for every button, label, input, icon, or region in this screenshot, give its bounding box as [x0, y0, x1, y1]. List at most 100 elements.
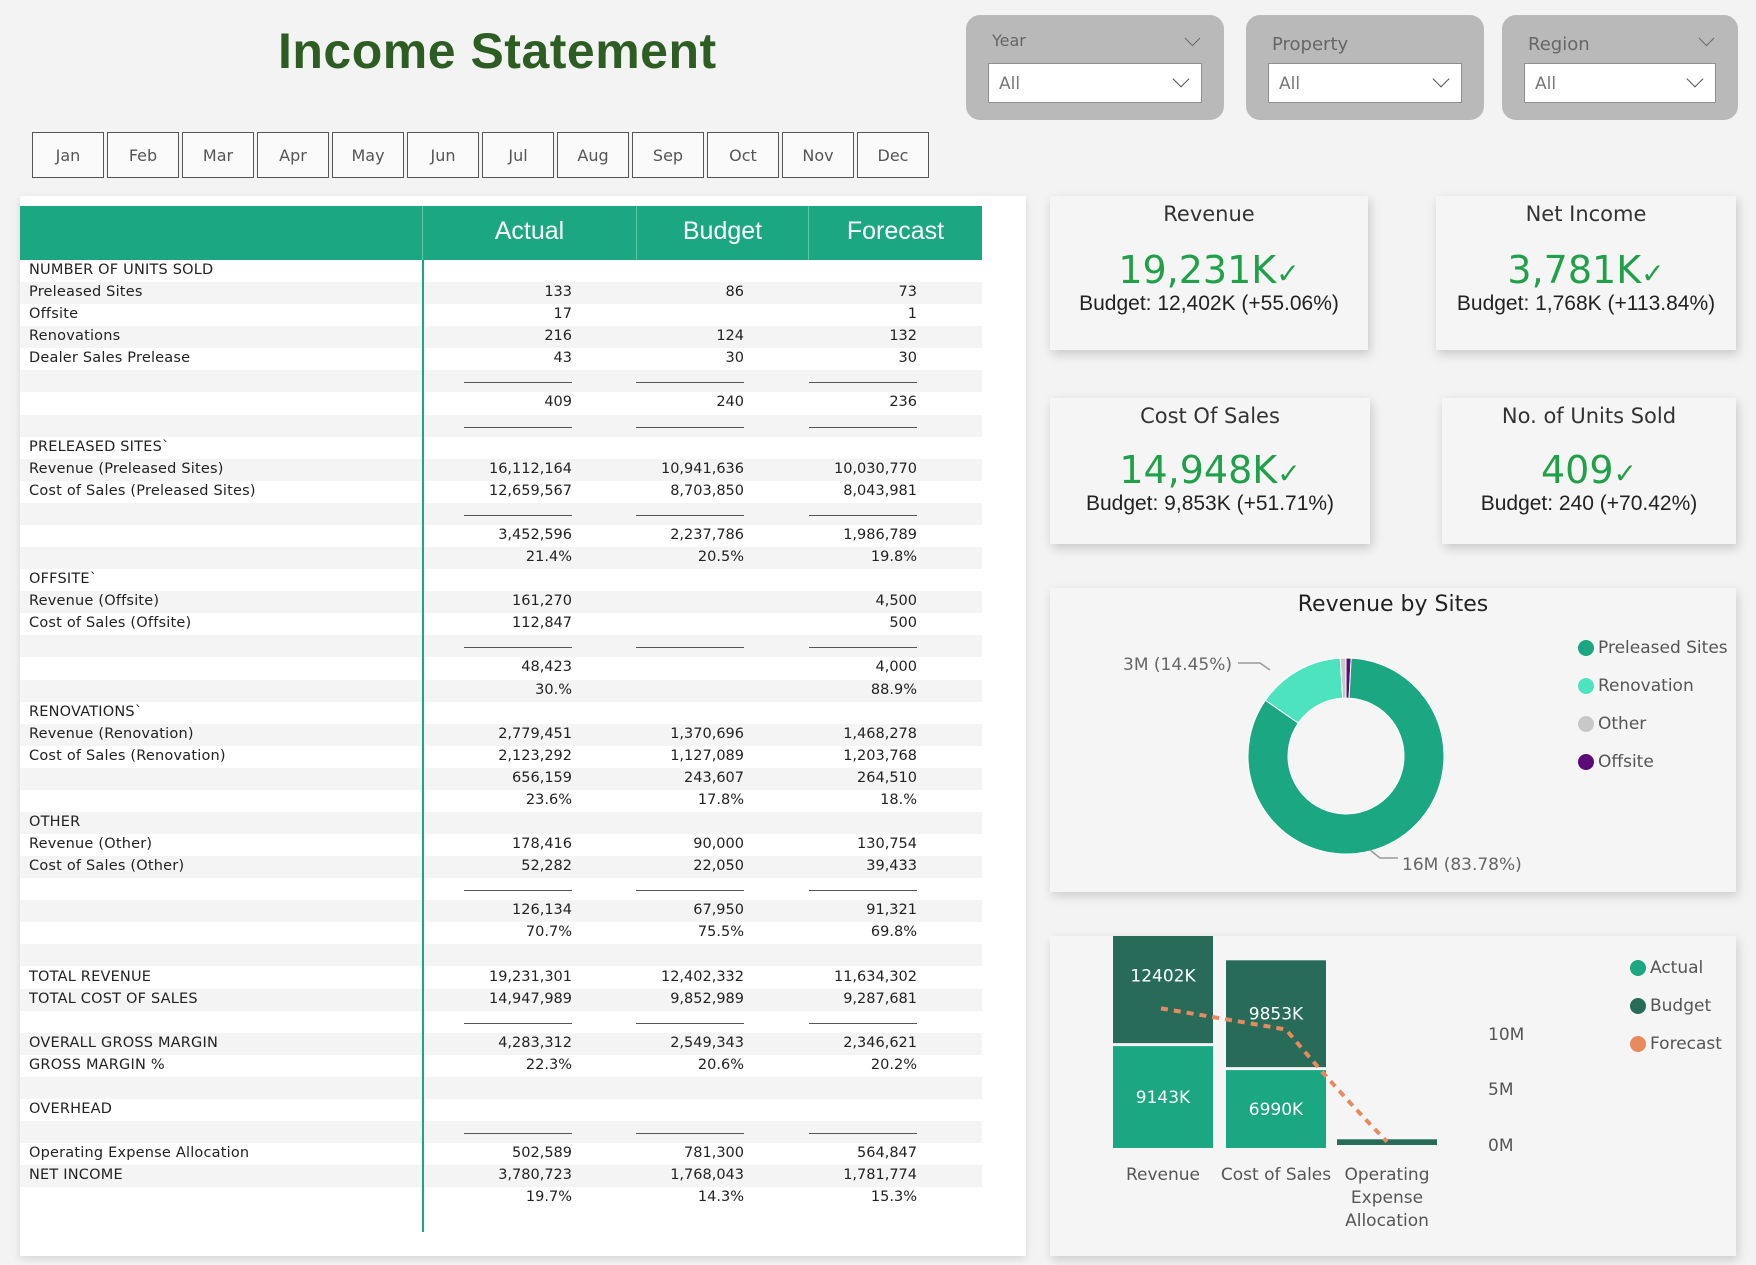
month-button-jun[interactable]: Jun: [407, 132, 479, 178]
table-row: GROSS MARGIN % 22.3% 20.6% 20.2%: [20, 1055, 982, 1077]
legend-item[interactable]: Other: [1578, 714, 1646, 734]
bar-budget-0[interactable]: [1113, 936, 1213, 1044]
cell-budget: 22,050: [693, 858, 744, 875]
cell-budget: 30: [725, 350, 744, 367]
region-dropdown[interactable]: All: [1524, 63, 1716, 103]
table-row: Operating Expense Allocation 502,589 781,3…: [20, 1143, 982, 1165]
cell-budget: 1,768,043: [670, 1167, 744, 1184]
cell-actual: 48,423: [521, 659, 572, 676]
region-dropdown-value: All: [1535, 74, 1557, 94]
legend-item[interactable]: Actual: [1630, 958, 1703, 978]
cell-actual: 2,123,292: [498, 747, 572, 764]
chevron-down-icon[interactable]: [1432, 70, 1450, 88]
property-slicer-label: Property: [1272, 34, 1349, 55]
row-label: OFFSITE`: [29, 571, 98, 588]
chevron-down-icon[interactable]: [1184, 30, 1201, 47]
month-button-apr[interactable]: Apr: [257, 132, 329, 178]
table-row: [20, 1076, 982, 1099]
cell-actual: 3,452,596: [498, 526, 572, 543]
row-label: Offsite: [29, 306, 79, 323]
kpi-card-revenue[interactable]: Revenue 19,231K✓ Budget: 12,402K (+55.06…: [1050, 196, 1368, 350]
cell-forecast: 39,433: [866, 858, 917, 875]
property-dropdown-value: All: [1279, 74, 1301, 94]
column-header-forecast[interactable]: Forecast: [809, 206, 982, 260]
month-button-dec[interactable]: Dec: [857, 132, 929, 178]
kpi-card-cost-of-sales[interactable]: Cost Of Sales 14,948K✓ Budget: 9,853K (+…: [1050, 398, 1370, 544]
cell-forecast: 88.9%: [870, 681, 917, 698]
donut-data-label: 16M (83.78%): [1402, 855, 1522, 875]
property-dropdown[interactable]: All: [1268, 63, 1462, 103]
kpi-budget: Budget: 12,402K (+55.06%): [1079, 292, 1339, 315]
cell-actual: 14,947,989: [488, 990, 572, 1007]
month-button-mar[interactable]: Mar: [182, 132, 254, 178]
year-slicer-label: Year: [992, 31, 1026, 50]
cell-forecast: 30: [898, 350, 917, 367]
month-button-aug[interactable]: Aug: [557, 132, 629, 178]
kpi-card-net-income[interactable]: Net Income 3,781K✓ Budget: 1,768K (+113.…: [1436, 196, 1736, 350]
comparison-bar-chart[interactable]: 9143K 12402K 6990K 9853K Revenue Cost of Sal…: [1050, 936, 1736, 1256]
row-label: GROSS MARGIN %: [29, 1056, 165, 1073]
table-row: 409 240 236: [20, 392, 982, 414]
cell-forecast: 20.2%: [870, 1056, 917, 1073]
month-button-feb[interactable]: Feb: [107, 132, 179, 178]
category-label: Operating Expense Allocation: [1327, 1164, 1447, 1233]
category-label: Cost of Sales: [1216, 1164, 1336, 1187]
kpi-value: 19,231K✓: [1118, 248, 1300, 292]
month-button-jan[interactable]: Jan: [32, 132, 104, 178]
column-header-budget[interactable]: Budget: [637, 206, 808, 260]
legend-item[interactable]: Budget: [1630, 996, 1711, 1016]
category-label-line: Expense: [1350, 1188, 1424, 1208]
subtotal-rule: [636, 1133, 744, 1135]
cell-actual: 22.3%: [525, 1056, 572, 1073]
cell-budget: 9,852,989: [670, 990, 744, 1007]
cell-actual: 216: [544, 328, 572, 345]
check-icon: ✓: [1641, 257, 1665, 290]
table-row: [20, 944, 982, 967]
legend-item[interactable]: Renovation: [1578, 676, 1694, 696]
legend-item[interactable]: Offsite: [1578, 752, 1654, 772]
table-row: Revenue (Offsite) 161,270 4,500: [20, 591, 982, 614]
table-row: TOTAL COST OF SALES 14,947,989 9,852,989 9,…: [20, 988, 982, 1011]
kpi-title: No. of Units Sold: [1501, 404, 1677, 428]
leader-line: [1238, 662, 1271, 671]
year-slicer[interactable]: Year All: [966, 15, 1224, 120]
row-label: Revenue (Preleased Sites): [29, 460, 224, 477]
chevron-down-icon[interactable]: [1698, 30, 1715, 47]
month-button-oct[interactable]: Oct: [707, 132, 779, 178]
year-dropdown-value: All: [999, 74, 1021, 94]
cell-budget: 67,950: [693, 902, 744, 919]
cell-actual: 19,231,301: [488, 968, 572, 985]
row-label: Revenue (Other): [29, 836, 153, 853]
subtotal-rule: [464, 1022, 572, 1024]
subtotal-rule: [809, 514, 917, 516]
subtotal-rule: [464, 426, 572, 428]
region-slicer[interactable]: Region All: [1502, 15, 1738, 120]
chevron-down-icon[interactable]: [1172, 70, 1190, 88]
revenue-by-sites-chart[interactable]: Revenue by Sites 3M (14.45%) 16M (83.78%)…: [1050, 588, 1736, 892]
legend-item[interactable]: Preleased Sites: [1578, 638, 1728, 658]
cell-forecast: 1,781,774: [843, 1167, 917, 1184]
table-row: TOTAL REVENUE 19,231,301 12,402,332 11,634,…: [20, 967, 982, 989]
cell-forecast: 1,203,768: [843, 747, 917, 764]
property-slicer[interactable]: Property All: [1246, 15, 1484, 120]
table-row: Revenue (Other) 178,416 90,000 130,754: [20, 834, 982, 856]
year-dropdown[interactable]: All: [988, 63, 1202, 103]
kpi-budget: Budget: 1,768K (+113.84%): [1456, 292, 1716, 315]
subtotal-rule: [464, 890, 572, 892]
kpi-card-units-sold[interactable]: No. of Units Sold 409✓ Budget: 240 (+70.…: [1442, 398, 1736, 544]
month-button-jul[interactable]: Jul: [482, 132, 554, 178]
legend-item[interactable]: Forecast: [1630, 1034, 1722, 1054]
table-row: Cost of Sales (Preleased Sites) 12,659,56…: [20, 481, 982, 503]
cell-actual: 4,283,312: [498, 1034, 572, 1051]
month-button-nov[interactable]: Nov: [782, 132, 854, 178]
legend-label: Preleased Sites: [1598, 638, 1728, 658]
chevron-down-icon[interactable]: [1686, 70, 1704, 88]
month-button-sep[interactable]: Sep: [632, 132, 704, 178]
column-header-actual[interactable]: Actual: [423, 206, 636, 260]
row-label: Cost of Sales (Other): [29, 858, 185, 875]
table-row: OTHER: [20, 812, 982, 834]
row-label: TOTAL COST OF SALES: [29, 990, 198, 1007]
cell-actual: 21.4%: [525, 549, 572, 566]
month-button-may[interactable]: May: [332, 132, 404, 178]
legend-label: Budget: [1650, 996, 1712, 1016]
